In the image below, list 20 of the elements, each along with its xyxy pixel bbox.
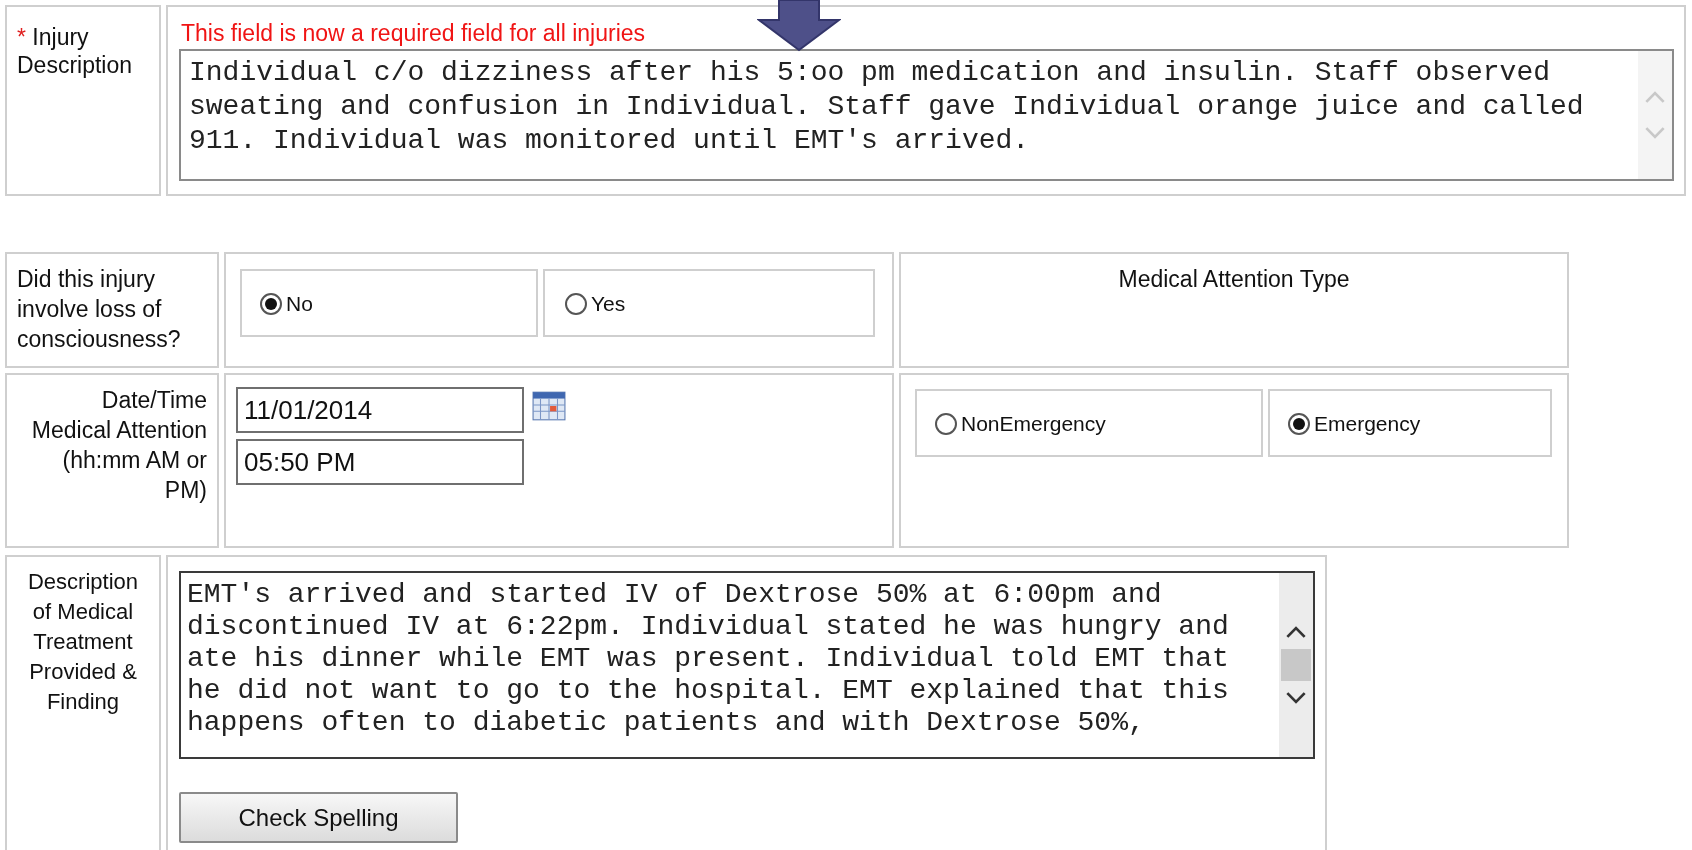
calendar-icon[interactable] bbox=[532, 391, 566, 421]
scrollbar[interactable] bbox=[1279, 573, 1313, 757]
required-note: This field is now a required field for all injuries bbox=[180, 19, 646, 47]
radio-option[interactable]: No bbox=[240, 269, 538, 337]
treatment-description-field[interactable]: EMT's arrived and started IV of Dextrose 50% at 6:00pm and discontinued IV at 6:22pm. Individual stated he was hungry and ate his dinner while EMT was present. Individual told EMT that he did not want to go to the hospital. EMT explained that this happens often to diabetic patients and with Dextrose 50%, bbox=[179, 571, 1315, 759]
field-label: * Injury Description bbox=[5, 5, 161, 196]
scrollbar-thumb[interactable] bbox=[1281, 649, 1311, 681]
field-label: Date/Time Medical Attention (hh:mm AM or PM) bbox=[5, 373, 219, 548]
scroll-down-icon[interactable] bbox=[1285, 691, 1307, 704]
time-field[interactable]: 05:50 PM bbox=[236, 439, 524, 485]
radio-option[interactable]: NonEmergency bbox=[915, 389, 1263, 457]
field-label: Description of Medical Treatment Provided & Finding bbox=[5, 555, 161, 850]
question-label: Did this injury involve loss of consciousness? bbox=[5, 252, 219, 368]
check-spelling-button[interactable]: Check Spelling bbox=[179, 792, 458, 843]
radio-option[interactable]: Emergency bbox=[1268, 389, 1552, 457]
date-field[interactable]: 11/01/2014 bbox=[236, 387, 524, 433]
section-heading: Medical Attention Type bbox=[1118, 266, 1350, 294]
radio-option[interactable]: Yes bbox=[543, 269, 875, 337]
injury-description-field[interactable]: Individual c/o dizziness after his 5:oo pm medication and insulin. Staff observed sweating and confusion in Individual. Staff gave Individual orange juice and called 911. Individual was monitored until EMT's arrived. bbox=[179, 49, 1674, 181]
scroll-up-icon[interactable] bbox=[1285, 626, 1307, 639]
